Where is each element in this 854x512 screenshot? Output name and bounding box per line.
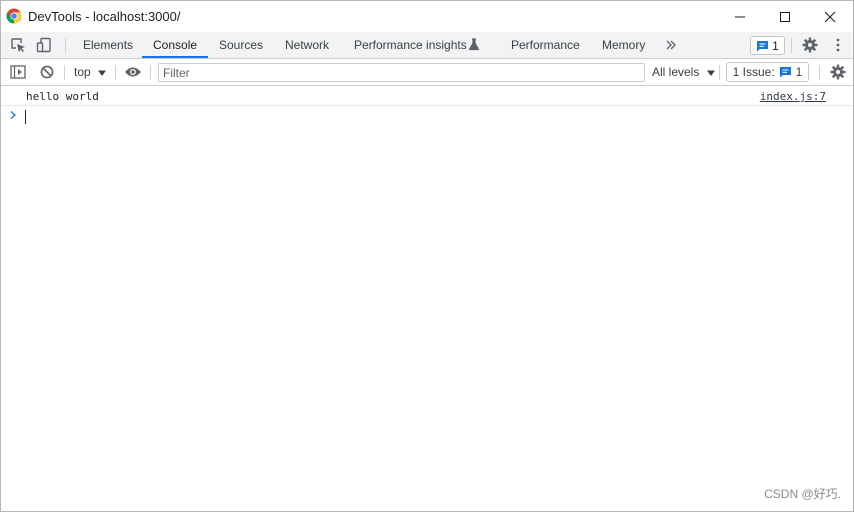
console-messages-badge[interactable]: 1 — [750, 36, 785, 55]
issues-counter-button[interactable]: 1 Issue: 1 — [726, 62, 809, 82]
tab-elements[interactable]: Elements — [83, 32, 133, 58]
issue-message-icon — [779, 67, 791, 78]
maximize-icon — [780, 11, 790, 22]
console-prompt[interactable] — [1, 107, 853, 126]
text-caret — [25, 110, 26, 124]
more-vertical-icon — [836, 38, 840, 52]
clear-ban-icon — [40, 65, 54, 79]
toolbar-divider — [64, 65, 65, 80]
tab-network[interactable]: Network — [285, 32, 329, 58]
filter-input[interactable] — [158, 63, 645, 82]
gear-icon — [830, 64, 846, 80]
issues-label: 1 Issue: — [732, 65, 775, 79]
console-messages-count: 1 — [772, 38, 779, 53]
log-levels-select[interactable]: All levels — [652, 59, 715, 85]
tab-memory[interactable]: Memory — [602, 32, 645, 58]
devtools-window: DevTools - localhost:3000/ Elements Cons… — [0, 0, 854, 512]
tab-console[interactable]: Console — [153, 32, 197, 58]
console-prompt-input[interactable] — [24, 109, 844, 124]
sidebar-toggle-icon — [10, 65, 26, 79]
context-value: top — [74, 65, 91, 79]
log-levels-value: All levels — [652, 65, 700, 79]
javascript-context-select[interactable]: top — [74, 59, 107, 85]
chrome-logo-icon — [6, 8, 22, 24]
gear-icon — [802, 37, 818, 53]
issues-count: 1 — [795, 65, 803, 79]
console-message-source-link[interactable]: index.js:7 — [760, 90, 826, 103]
select-element-icon — [11, 38, 25, 53]
more-tabs-button[interactable] — [663, 32, 679, 58]
live-expression-button[interactable] — [123, 59, 143, 85]
device-toggle-icon — [36, 37, 51, 53]
inspect-element-button[interactable] — [9, 32, 27, 58]
console-toolbar: top All levels 1 Issue: — [1, 59, 853, 86]
dropdown-arrow-icon — [98, 70, 107, 76]
dropdown-arrow-icon — [706, 70, 715, 76]
tab-performance-insights[interactable]: Performance insights — [354, 32, 467, 58]
settings-button[interactable] — [801, 32, 819, 58]
clear-console-button[interactable] — [38, 59, 56, 85]
prompt-chevron-icon — [10, 111, 16, 119]
maximize-button[interactable] — [762, 1, 808, 32]
close-button[interactable] — [807, 1, 853, 32]
close-icon — [824, 11, 836, 22]
toolbar-divider — [719, 65, 720, 80]
tab-sources[interactable]: Sources — [219, 32, 263, 58]
toolbar-divider — [115, 65, 116, 80]
toggle-sidebar-button[interactable] — [9, 59, 27, 85]
active-tab-indicator — [142, 56, 208, 58]
experiment-flask-icon — [468, 38, 480, 51]
toolbar-divider — [819, 65, 820, 80]
minimize-icon — [735, 16, 745, 17]
toolbar-divider — [150, 65, 151, 80]
device-toolbar-button[interactable] — [35, 32, 53, 58]
message-icon — [757, 40, 769, 51]
tab-performance[interactable]: Performance — [511, 32, 580, 58]
title-bar: DevTools - localhost:3000/ — [1, 1, 853, 32]
customize-menu-button[interactable] — [831, 32, 845, 58]
console-message-row: hello world index.js:7 — [1, 87, 853, 106]
console-settings-button[interactable] — [829, 59, 847, 85]
toolbar-divider — [791, 38, 792, 53]
window-title: DevTools - localhost:3000/ — [28, 9, 181, 24]
toolbar-divider — [65, 38, 66, 53]
console-message-text: hello world — [26, 90, 99, 103]
minimize-button[interactable] — [717, 1, 763, 32]
double-chevron-right-icon — [666, 40, 676, 50]
console-output: hello world index.js:7 — [1, 87, 853, 511]
devtools-tab-bar: Elements Console Sources Network Perform… — [1, 32, 853, 59]
eye-icon — [125, 67, 141, 77]
watermark: CSDN @好巧. — [764, 487, 841, 501]
tab-performance-insights-label: Performance insights — [354, 38, 467, 52]
